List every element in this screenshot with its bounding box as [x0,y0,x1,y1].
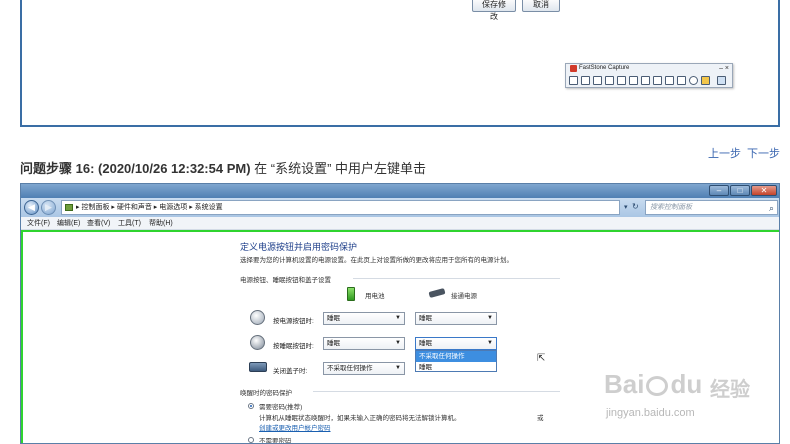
capture-object-icon[interactable] [677,76,686,85]
power-buttons-group-label: 电源按钮、睡眠按钮和盖子设置 [240,277,331,284]
previous-step-link[interactable]: 上一步 [708,145,741,161]
or-text: 或 [537,415,544,422]
chevron-down-icon: ▼ [487,340,493,346]
address-bar[interactable]: ▸ 控制面板 ▸ 硬件和声音 ▸ 电源选项 ▸ 系统设置 [61,200,620,215]
capture-delay-icon[interactable] [689,76,698,85]
capture-menu-icon[interactable] [665,76,674,85]
page-description: 选择要为您的计算机设置的电源设置。在此页上对设置所做的更改将应用于您所有的电源计… [240,257,513,264]
lid-close-label: 关闭盖子时: [273,368,308,375]
search-placeholder: 搜索控制面板 [650,204,692,211]
highlighted-content-area: 定义电源按钮并启用密码保护 选择要为您的计算机设置的电源设置。在此页上对设置所做… [21,230,779,444]
lid-close-battery-value: 不采取任何操作 [327,365,373,372]
change-password-link[interactable]: 创建或更改用户帐户密码 [259,422,331,432]
step-detail: 16: (2020/10/26 12:32:54 PM) [75,161,251,176]
password-group-label: 唤醒时的密码保护 [240,390,292,397]
maximize-button[interactable]: □ [730,185,750,196]
chevron-down-icon: ▼ [487,315,493,321]
chevron-down-icon: ▼ [395,340,401,346]
battery-column-header: 用电池 [365,293,385,300]
faststone-capture-toolbar: FastStone Capture – × [565,63,733,88]
battery-icon [347,287,355,301]
power-button-label: 按电源按钮时: [273,318,314,325]
dropdown-option-do-nothing[interactable]: 不采取任何操作 [416,351,496,362]
system-settings-window: – □ ✕ ◀ ▶ ▸ 控制面板 ▸ 硬件和声音 ▸ 电源选项 ▸ 系统设置 ▾… [20,183,780,444]
address-path: ▸ 控制面板 ▸ 硬件和声音 ▸ 电源选项 ▸ 系统设置 [76,204,223,211]
group-separator [353,278,560,279]
no-password-label: 不需要密码 [259,438,292,444]
step-heading: 问题步骤 16: (2020/10/26 12:32:54 PM) 在 “系统设… [20,160,426,178]
search-input[interactable]: 搜索控制面板 ⌕ [645,200,778,215]
dropdown-option-sleep[interactable]: 睡眠 [416,362,496,373]
capture-freehand-icon[interactable] [617,76,626,85]
plugged-in-column-header: 接通电源 [451,293,477,300]
group-separator [313,391,560,392]
sleep-button-label: 按睡眠按钮时: [273,343,314,350]
cancel-button[interactable]: 取消 [522,0,560,12]
faststone-title: FastStone Capture [579,65,630,71]
power-button-icon [250,310,265,325]
window-titlebar: – □ ✕ [21,184,779,198]
search-icon[interactable]: ⌕ [769,202,774,215]
lid-close-battery-dropdown[interactable]: 不采取任何操作 ▼ [323,362,405,375]
plug-icon [428,288,446,298]
faststone-window-controls[interactable]: – × [719,64,729,73]
capture-video-icon[interactable] [653,76,662,85]
sleep-button-battery-dropdown[interactable]: 睡眠 ▼ [323,337,405,350]
capture-rectangle-icon[interactable] [605,76,614,85]
capture-active-window-icon[interactable] [569,76,578,85]
capture-output-icon[interactable] [701,76,710,85]
require-password-radio[interactable] [248,403,254,409]
chevron-down-icon: ▼ [395,315,401,321]
require-password-description: 计算机从睡眠状态唤醒时，如果未输入正确的密码将无法解锁计算机。 [259,415,461,422]
save-changes-button[interactable]: 保存修改 [472,0,516,21]
menu-tools[interactable]: 工具(T) [118,217,141,230]
step-label: 问题步骤 [20,161,73,176]
no-password-radio[interactable] [248,437,254,443]
next-step-link[interactable]: 下一步 [747,145,780,161]
dropdown-options-list: 不采取任何操作 睡眠 [415,350,497,372]
sleep-button-icon [250,335,265,350]
page-title: 定义电源按钮并启用密码保护 [240,242,358,252]
sleep-button-plugged-value: 睡眠 [419,340,432,347]
step-description: 在 “系统设置” 中用户左键单击 [254,161,427,176]
control-panel-icon [65,204,73,211]
refresh-icon[interactable]: ↻ [632,202,639,211]
capture-settings-icon[interactable] [717,76,726,85]
sleep-button-plugged-dropdown[interactable]: 睡眠 ▼ [415,337,497,350]
minimize-button[interactable]: – [709,185,729,196]
close-button[interactable]: ✕ [751,185,777,196]
sleep-button-battery-value: 睡眠 [327,340,340,347]
address-row: ◀ ▶ ▸ 控制面板 ▸ 硬件和声音 ▸ 电源选项 ▸ 系统设置 ▾ ↻ 搜索控… [21,198,779,217]
power-button-battery-value: 睡眠 [327,315,340,322]
menu-view[interactable]: 查看(V) [87,217,110,230]
require-password-label: 需要密码(推荐) [259,404,303,411]
power-button-battery-dropdown[interactable]: 睡眠 ▼ [323,312,405,325]
power-button-plugged-value: 睡眠 [419,315,432,322]
capture-fixed-region-icon[interactable] [641,76,650,85]
capture-fullscreen-icon[interactable] [629,76,638,85]
forward-arrow-icon[interactable]: ▶ [41,200,56,215]
menu-edit[interactable]: 编辑(E) [57,217,80,230]
menu-file[interactable]: 文件(F) [27,217,50,230]
back-arrow-icon[interactable]: ◀ [24,200,39,215]
dropdown-arrow-icon[interactable]: ▾ [624,203,628,211]
menu-bar: 文件(F) 编辑(E) 查看(V) 工具(T) 帮助(H) [21,217,779,230]
mouse-cursor-icon: ⇱ [537,353,546,364]
chevron-down-icon: ▼ [395,365,401,371]
power-button-plugged-dropdown[interactable]: 睡眠 ▼ [415,312,497,325]
lid-icon [249,362,267,372]
capture-window-icon[interactable] [581,76,590,85]
menu-help[interactable]: 帮助(H) [149,217,173,230]
capture-scrolling-icon[interactable] [593,76,602,85]
